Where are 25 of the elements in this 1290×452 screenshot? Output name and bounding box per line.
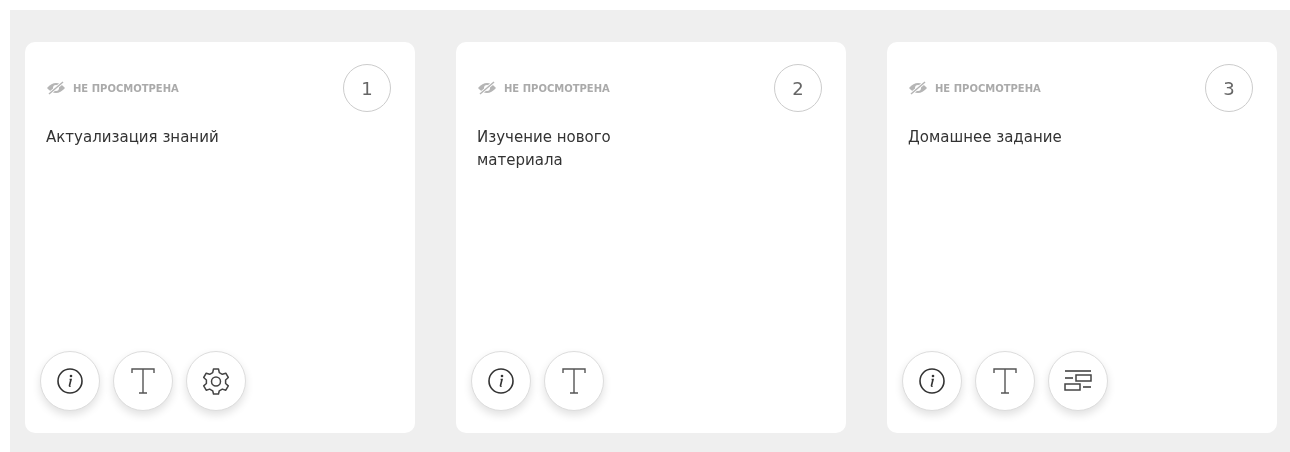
info-button[interactable] xyxy=(40,351,100,411)
text-format-icon xyxy=(559,366,589,396)
text-button[interactable] xyxy=(975,351,1035,411)
lesson-card[interactable]: НЕ ПРОСМОТРЕНА 2 Изучение нового материала xyxy=(456,42,846,433)
text-format-icon xyxy=(990,366,1020,396)
layout-icon xyxy=(1063,368,1093,394)
settings-button[interactable] xyxy=(186,351,246,411)
layout-button[interactable] xyxy=(1048,351,1108,411)
lesson-card[interactable]: НЕ ПРОСМОТРЕНА 1 Актуализация знаний xyxy=(25,42,415,433)
card-title: Изучение нового материала xyxy=(477,127,612,171)
text-button[interactable] xyxy=(544,351,604,411)
info-button[interactable] xyxy=(902,351,962,411)
card-title: Актуализация знаний xyxy=(46,127,220,148)
info-icon xyxy=(918,367,946,395)
status-label: НЕ ПРОСМОТРЕНА xyxy=(504,82,610,94)
status-label: НЕ ПРОСМОТРЕНА xyxy=(73,82,179,94)
text-format-icon xyxy=(128,366,158,396)
info-button[interactable] xyxy=(471,351,531,411)
status-label: НЕ ПРОСМОТРЕНА xyxy=(935,82,1041,94)
gear-icon xyxy=(201,366,231,396)
info-icon xyxy=(487,367,515,395)
text-button[interactable] xyxy=(113,351,173,411)
info-icon xyxy=(56,367,84,395)
card-title: Домашнее задание xyxy=(908,127,1063,148)
lesson-card[interactable]: НЕ ПРОСМОТРЕНА 3 Домашнее задание xyxy=(887,42,1277,433)
